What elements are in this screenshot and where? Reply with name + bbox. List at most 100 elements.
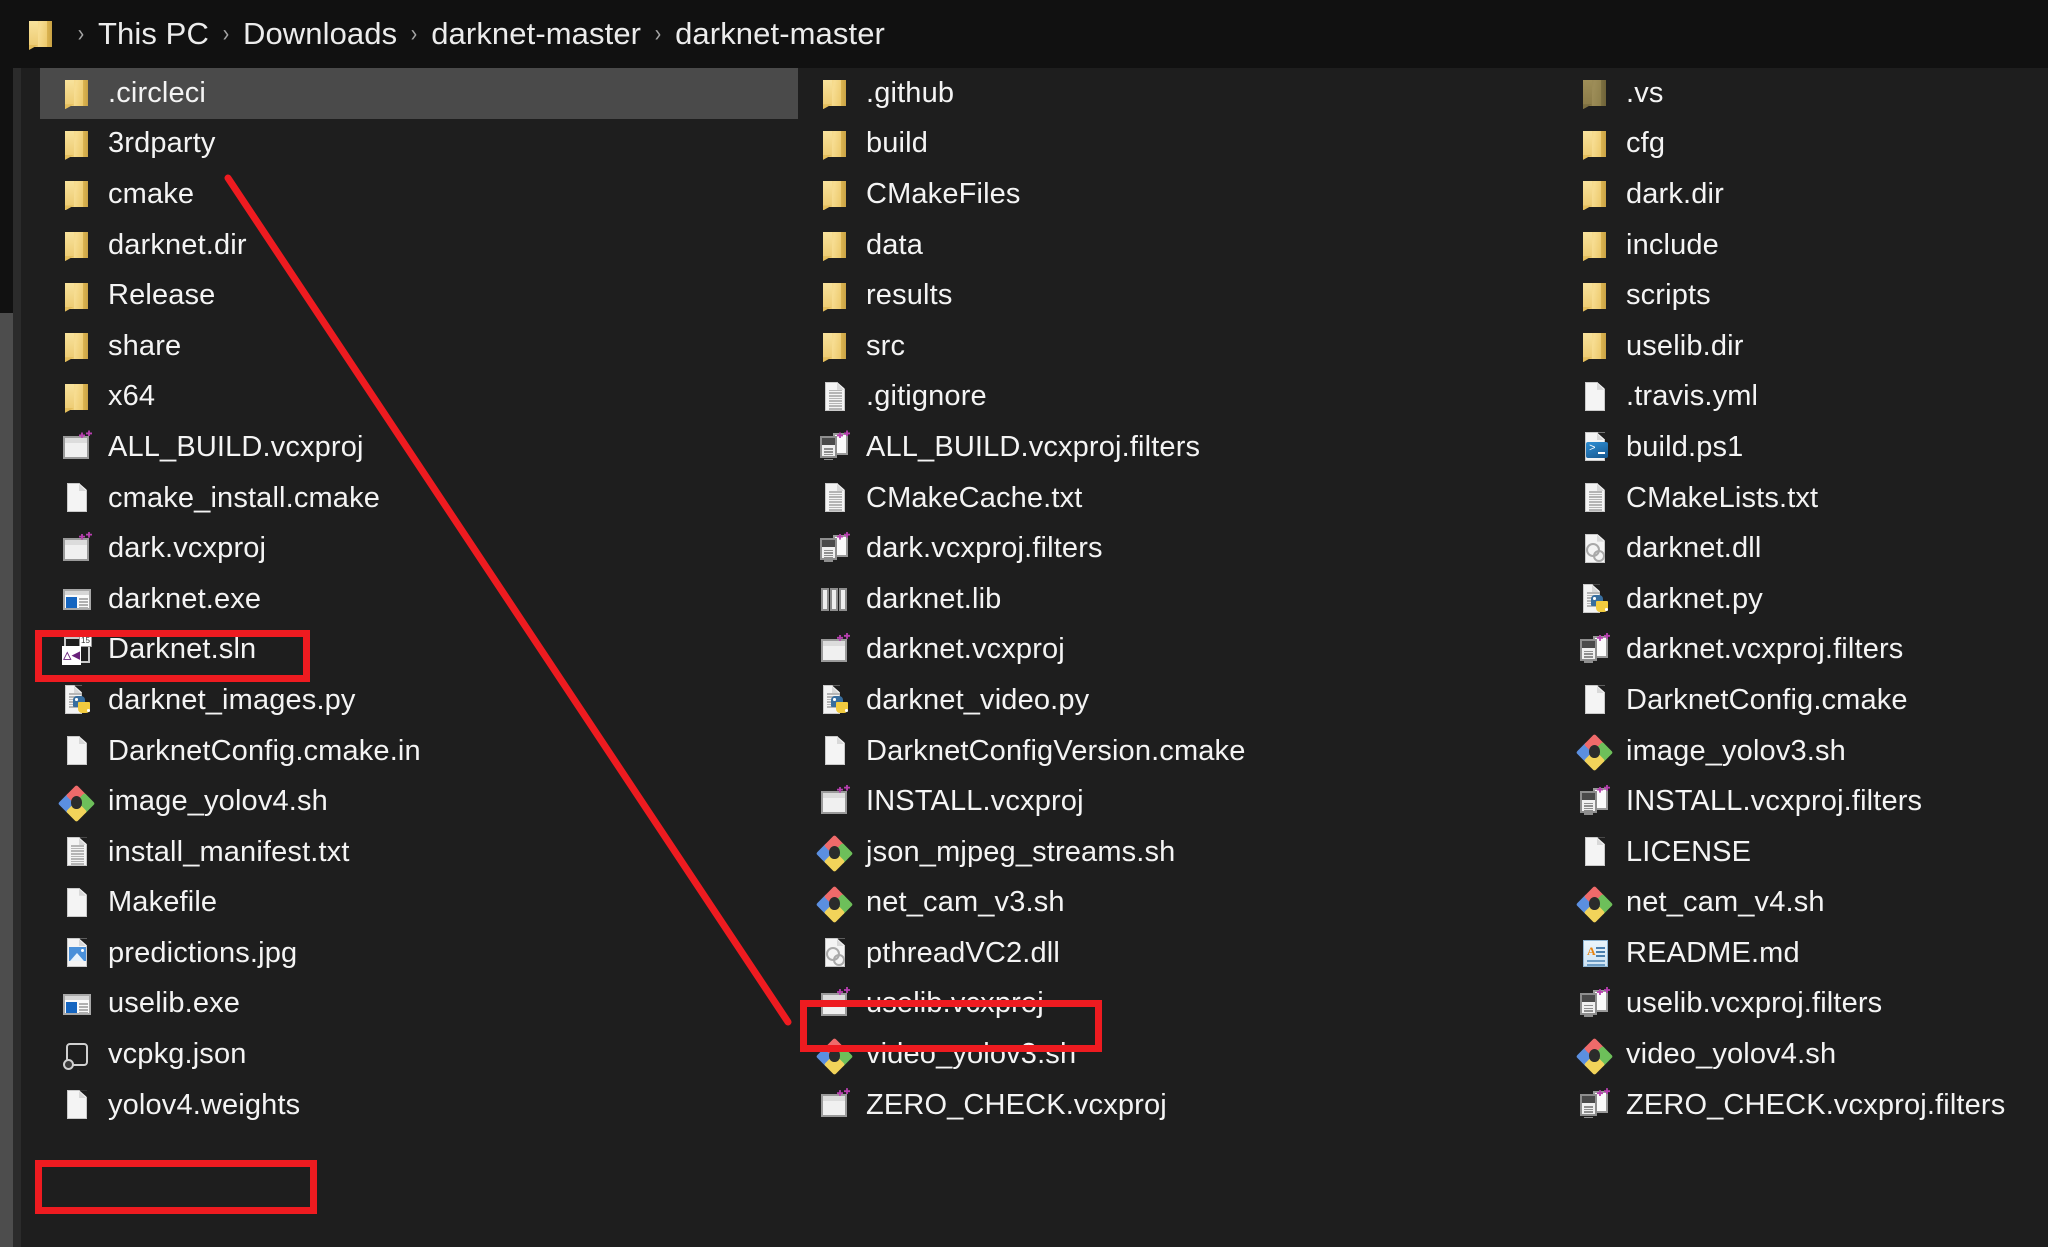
file-list-item[interactable]: darknet.dll [1560,523,2048,574]
file-name-label: json_mjpeg_streams.sh [866,836,1175,869]
vcxproj-icon [818,1088,852,1122]
file-list-item[interactable]: cfg [1560,119,2048,170]
file-list-item[interactable]: .github [800,68,1560,119]
file-list-item[interactable]: 3rdparty [40,119,800,170]
powershell-script-icon [1578,430,1612,464]
vcxproj-filters-icon [818,430,852,464]
file-list-item[interactable]: DarknetConfig.cmake.in [40,726,800,777]
file-list-item[interactable]: dark.vcxproj [40,523,800,574]
file-list-item[interactable]: uselib.vcxproj [800,979,1560,1030]
file-list-item[interactable]: Makefile [40,878,800,929]
file-list-item[interactable]: uselib.exe [40,979,800,1030]
file-name-label: x64 [108,380,155,413]
folder-icon [1578,177,1612,211]
breadcrumb-item-this-pc[interactable]: This PC [98,16,209,52]
file-list-item[interactable]: image_yolov3.sh [1560,726,2048,777]
file-name-label: .vs [1626,77,1664,110]
file-name-label: Darknet.sln [108,633,256,666]
file-list-item[interactable]: LICENSE [1560,827,2048,878]
file-list-item[interactable]: data [800,220,1560,271]
file-list-item[interactable]: uselib.vcxproj.filters [1560,979,2048,1030]
file-list-item[interactable]: image_yolov4.sh [40,776,800,827]
file-list-item[interactable]: AREADME.md [1560,928,2048,979]
folder-icon [818,228,852,262]
file-list-item[interactable]: 15▵◂Darknet.sln [40,625,800,676]
breadcrumb-separator-icon: › [78,22,84,46]
file-list-item[interactable]: INSTALL.vcxproj [800,776,1560,827]
dll-file-icon [818,936,852,970]
file-list-item[interactable]: scripts [1560,270,2048,321]
file-list-item[interactable]: net_cam_v3.sh [800,878,1560,929]
file-list-item[interactable]: include [1560,220,2048,271]
file-list-item[interactable]: yolov4.weights [40,1080,800,1131]
file-list-item[interactable]: video_yolov4.sh [1560,1029,2048,1080]
file-list-item[interactable]: dark.vcxproj.filters [800,523,1560,574]
file-list-column-1: .circleci3rdpartycmakedarknet.dirRelease… [40,68,800,1247]
breadcrumb-item-darknet-master-outer[interactable]: darknet-master [431,16,641,52]
file-list-item[interactable]: CMakeCache.txt [800,473,1560,524]
file-list-item[interactable]: ALL_BUILD.vcxproj.filters [800,422,1560,473]
python-file-icon [1578,582,1612,616]
file-name-label: install_manifest.txt [108,836,350,869]
file-name-label: uselib.vcxproj.filters [1626,987,1882,1020]
file-list-item[interactable]: cmake [40,169,800,220]
file-list-item[interactable]: json_mjpeg_streams.sh [800,827,1560,878]
vcxproj-filters-icon [1578,1088,1612,1122]
file-list-item[interactable]: darknet.py [1560,574,2048,625]
file-list-item[interactable]: install_manifest.txt [40,827,800,878]
navigation-pane-edge[interactable] [0,313,13,1247]
folder-icon [60,127,94,161]
file-list-item[interactable]: INSTALL.vcxproj.filters [1560,776,2048,827]
folder-icon [1578,228,1612,262]
application-exe-icon [60,582,94,616]
file-list-item[interactable]: darknet.vcxproj [800,625,1560,676]
folder-icon [60,76,94,110]
file-list-item-selected[interactable]: .circleci [40,68,798,119]
file-name-label: darknet.exe [108,583,261,616]
file-list-item[interactable]: cmake_install.cmake [40,473,800,524]
file-list-item[interactable]: share [40,321,800,372]
shell-script-icon [818,886,852,920]
file-list-item[interactable]: darknet_video.py [800,675,1560,726]
breadcrumb-item-darknet-master-inner[interactable]: darknet-master [675,16,885,52]
file-list-item[interactable]: net_cam_v4.sh [1560,878,2048,929]
file-list-item[interactable]: CMakeLists.txt [1560,473,2048,524]
breadcrumb-item-downloads[interactable]: Downloads [243,16,397,52]
file-list-item[interactable]: DarknetConfigVersion.cmake [800,726,1560,777]
file-list-item[interactable]: build.ps1 [1560,422,2048,473]
file-list-item[interactable]: vcpkg.json [40,1029,800,1080]
file-list-item[interactable]: ALL_BUILD.vcxproj [40,422,800,473]
file-list-item[interactable]: .gitignore [800,372,1560,423]
file-list-item[interactable]: darknet.vcxproj.filters [1560,625,2048,676]
file-list-item[interactable]: ZERO_CHECK.vcxproj [800,1080,1560,1131]
file-list-item[interactable]: CMakeFiles [800,169,1560,220]
file-list-item[interactable]: darknet.lib [800,574,1560,625]
file-list-item[interactable]: darknet.exe [40,574,800,625]
file-list-item[interactable]: .travis.yml [1560,372,2048,423]
file-list-item[interactable]: .vs [1560,68,2048,119]
breadcrumb-separator-icon: › [223,22,229,46]
file-list-item[interactable]: darknet_images.py [40,675,800,726]
shell-script-icon [1578,734,1612,768]
file-list-item[interactable]: pthreadVC2.dll [800,928,1560,979]
file-name-label: .travis.yml [1626,380,1758,413]
file-list-item[interactable]: Release [40,270,800,321]
file-list-item[interactable]: darknet.dir [40,220,800,271]
file-list-item[interactable]: DarknetConfig.cmake [1560,675,2048,726]
file-name-label: ZERO_CHECK.vcxproj.filters [1626,1089,2005,1122]
file-list-item[interactable]: src [800,321,1560,372]
file-list-item[interactable]: build [800,119,1560,170]
file-name-label: uselib.dir [1626,330,1744,363]
file-list-item[interactable]: uselib.dir [1560,321,2048,372]
file-list-item[interactable]: results [800,270,1560,321]
file-list-item[interactable]: video_yolov3.sh [800,1029,1560,1080]
file-list-item[interactable]: predictions.jpg [40,928,800,979]
vcxproj-filters-icon [1578,987,1612,1021]
file-list-item[interactable]: x64 [40,372,800,423]
blank-document-icon [1578,380,1612,414]
breadcrumb-separator-icon: › [411,22,417,46]
file-list-item[interactable]: dark.dir [1560,169,2048,220]
file-list-item[interactable]: ZERO_CHECK.vcxproj.filters [1560,1080,2048,1131]
file-list-view[interactable]: .circleci3rdpartycmakedarknet.dirRelease… [21,68,2048,1247]
text-document-icon [60,835,94,869]
